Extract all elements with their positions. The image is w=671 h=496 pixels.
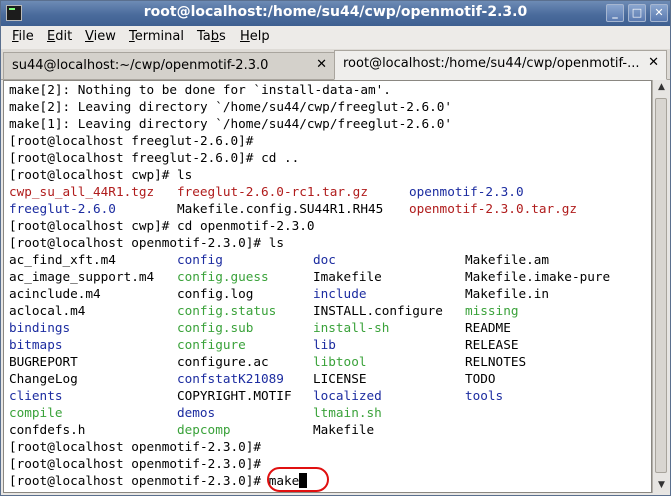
terminal-line: [root@localhost openmotif-2.3.0]# ls (9, 235, 284, 250)
ls-entry: Makefile.config.SU44R1.RH45 (177, 201, 384, 216)
tab-label: root@localhost:/home/su44/cwp/openmotif-… (343, 56, 640, 71)
ls-entry: RELNOTES (465, 354, 527, 369)
window-title: root@localhost:/home/su44/cwp/openmotif-… (143, 4, 528, 20)
ls-row: ChangeLog confstatK21089 LICENSE TODO (9, 370, 649, 387)
menu-tabs[interactable]: Tabs (197, 29, 226, 44)
terminal-line: [root@localhost cwp]# ls (9, 167, 193, 182)
ls-entry: INSTALL.configure (313, 303, 443, 318)
ls-entry: confdefs.h (9, 422, 86, 437)
ls-row: freeglut-2.6.0 Makefile.config.SU44R1.RH4… (9, 200, 649, 217)
ls-entry: README (465, 320, 511, 335)
terminal-window: root@localhost:/home/su44/cwp/openmotif-… (0, 0, 671, 496)
ls-entry: COPYRIGHT.MOTIF (177, 388, 292, 403)
ls-entry: Makefile (313, 422, 375, 437)
close-tab-icon[interactable]: ✕ (648, 55, 659, 70)
ls-entry: Makefile.am (465, 252, 550, 267)
menu-help[interactable]: Help (240, 29, 270, 44)
ls-row: aclocal.m4 config.status INSTALL.configure… (9, 302, 649, 319)
ls-entry: RELEASE (465, 337, 519, 352)
ls-entry: LICENSE (313, 371, 367, 386)
ls-entry: tools (465, 388, 504, 403)
ls-entry: openmotif-2.3.0 (409, 184, 524, 199)
terminal-line: [root@localhost cwp]# cd openmotif-2.3.0 (9, 218, 315, 233)
ls-entry: clients (9, 388, 63, 403)
terminal-line: make[2]: Nothing to be done for `install… (9, 82, 391, 97)
terminal-line: make[2]: Leaving directory `/home/su44/c… (9, 99, 453, 114)
ls-entry: freeglut-2.6.0 (9, 201, 116, 216)
scroll-down-icon[interactable]: ▼ (654, 478, 669, 493)
ls-entry: aclocal.m4 (9, 303, 86, 318)
ls-row: clients COPYRIGHT.MOTIF localized tools (9, 387, 649, 404)
ls-entry: depcomp (177, 422, 231, 437)
close-tab-icon[interactable]: ✕ (316, 57, 327, 72)
ls-entry: ChangeLog (9, 371, 78, 386)
ls-entry: confstatK21089 (177, 371, 284, 386)
ls-entry: Imakefile (313, 269, 382, 284)
ls-entry: Makefile.imake-pure (465, 269, 611, 284)
ls-entry: config.guess (177, 269, 269, 284)
ls-entry: ltmain.sh (313, 405, 382, 420)
tab-root[interactable]: root@localhost:/home/su44/cwp/openmotif-… (334, 50, 667, 80)
terminal-line: [root@localhost freeglut-2.6.0]# cd .. (9, 150, 300, 165)
menu-file[interactable]: File (12, 29, 34, 44)
ls-entry: bitmaps (9, 337, 63, 352)
menu-bar: File Edit View Terminal Tabs Help (1, 26, 670, 49)
ls-row: ac_find_xft.m4 config doc Makefile.am (9, 251, 649, 268)
ls-row: confdefs.h depcomp Makefile (9, 421, 649, 438)
terminal-line: [root@localhost openmotif-2.3.0]# (9, 456, 262, 471)
ls-entry: config.log (177, 286, 254, 301)
ls-entry: acinclude.m4 (9, 286, 101, 301)
close-button[interactable]: ✕ (650, 4, 668, 22)
prompt: [root@localhost openmotif-2.3.0]# (9, 473, 269, 488)
ls-entry: configure.ac (177, 354, 269, 369)
scroll-thumb[interactable] (655, 98, 667, 473)
minimize-button[interactable]: _ (606, 4, 624, 22)
prompt-line[interactable]: [root@localhost openmotif-2.3.0]# make (9, 472, 308, 489)
ls-row: compile demos ltmain.sh (9, 404, 649, 421)
menu-view[interactable]: View (85, 29, 116, 44)
ls-row: bitmaps configure lib RELEASE (9, 336, 649, 353)
terminal-line: make[1]: Leaving directory `/home/su44/c… (9, 116, 453, 131)
terminal-line: [root@localhost openmotif-2.3.0]# (9, 439, 262, 454)
ls-row: ac_image_support.m4 config.guess Imakefile… (9, 268, 649, 285)
maximize-button[interactable]: □ (628, 4, 646, 22)
tab-bar: su44@localhost:~/cwp/openmotif-2.3.0 ✕ r… (1, 49, 670, 80)
menu-edit[interactable]: Edit (47, 29, 72, 44)
ls-entry: config (177, 252, 223, 267)
ls-entry: cwp_su_all_44R1.tgz (9, 184, 155, 199)
ls-row: BUGREPORT configure.ac libtool RELNOTES (9, 353, 649, 370)
menu-terminal[interactable]: Terminal (129, 29, 184, 44)
ls-entry: doc (313, 252, 336, 267)
tab-label: su44@localhost:~/cwp/openmotif-2.3.0 (12, 58, 269, 73)
ls-entry: config.sub (177, 320, 254, 335)
scrollbar[interactable]: ▲ ▼ (652, 80, 669, 493)
ls-entry: localized (313, 388, 382, 403)
ls-row: acinclude.m4 config.log include Makefile.in (9, 285, 649, 302)
title-bar[interactable]: root@localhost:/home/su44/cwp/openmotif-… (1, 1, 670, 26)
highlight-circle (267, 467, 329, 492)
ls-entry: configure (177, 337, 246, 352)
terminal-line: [root@localhost freeglut-2.6.0]# (9, 133, 254, 148)
ls-entry: demos (177, 405, 216, 420)
scroll-up-icon[interactable]: ▲ (654, 80, 669, 95)
ls-entry: ac_image_support.m4 (9, 269, 155, 284)
ls-entry: TODO (465, 371, 496, 386)
ls-entry: config.status (177, 303, 277, 318)
ls-entry: compile (9, 405, 63, 420)
ls-row: bindings config.sub install-sh README (9, 319, 649, 336)
ls-entry: bindings (9, 320, 71, 335)
ls-entry: openmotif-2.3.0.tar.gz (409, 201, 578, 216)
ls-row: cwp_su_all_44R1.tgz freeglut-2.6.0-rc1.ta… (9, 183, 649, 200)
terminal-output[interactable]: make[2]: Nothing to be done for `install… (3, 80, 652, 493)
ls-entry: lib (313, 337, 336, 352)
ls-entry: install-sh (313, 320, 390, 335)
ls-entry: include (313, 286, 367, 301)
ls-entry: freeglut-2.6.0-rc1.tar.gz (177, 184, 368, 199)
ls-entry: Makefile.in (465, 286, 550, 301)
ls-entry: ac_find_xft.m4 (9, 252, 116, 267)
ls-entry: missing (465, 303, 519, 318)
tab-su44[interactable]: su44@localhost:~/cwp/openmotif-2.3.0 ✕ (3, 52, 335, 79)
ls-entry: libtool (313, 354, 367, 369)
ls-entry: BUGREPORT (9, 354, 78, 369)
